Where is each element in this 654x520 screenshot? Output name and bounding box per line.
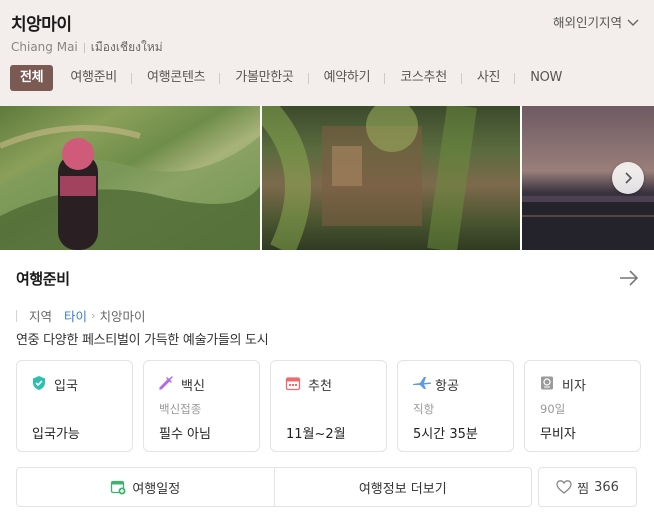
city-description: 연중 다양한 페스티벌이 가득한 예술가들의 도시 [16,333,269,348]
section-title: 여행준비 [16,270,70,288]
shield-check-icon [33,376,45,390]
chevron-down-icon [627,19,639,26]
photo-gallery [0,106,654,250]
info-card-visa[interactable]: 비자 90일 무비자 [524,360,641,452]
subtitle-english: Chiang Mai [11,40,78,54]
place-subtitle: Chiang Mai เมืองเชียงใหม่ [11,38,163,57]
like-count: 366 [594,479,619,495]
calendar-icon [285,377,301,391]
itinerary-button-label: 여행일정 [132,481,181,497]
info-card-label: 항공 [435,379,459,394]
info-card-label: 입국 [54,379,78,394]
region-dropdown[interactable]: 해외인기지역 [553,12,640,31]
info-card-label: 비자 [562,379,586,394]
tab-course[interactable]: 코스추천 [385,65,462,91]
tab-now[interactable]: NOW [515,65,577,91]
info-card-entry[interactable]: 입국 입국가능 [16,360,133,452]
gallery-photo[interactable] [0,106,260,250]
breadcrumb-divider [16,309,17,322]
info-card-flight[interactable]: 항공 직항 5시간 35분 [397,360,514,452]
region-dropdown-label: 해외인기지역 [552,15,622,30]
arrow-right-icon[interactable] [618,268,640,288]
tab-travel-prep[interactable]: 여행준비 [55,65,132,91]
info-card-sub: 직항 [413,402,435,416]
tab-all[interactable]: 전체 [10,65,54,91]
like-button[interactable]: 찜 366 [538,467,637,507]
breadcrumb-city: 치앙마이 [99,309,146,324]
itinerary-button[interactable]: 여행일정 [17,468,274,506]
calendar-plus-icon [111,480,126,495]
info-card-value: 입국가능 [32,427,80,442]
breadcrumb: 지역 타이 › 치앙마이 [16,306,145,325]
subtitle-divider [83,42,85,53]
subtitle-local: เมืองเชียงใหม่ [90,40,163,54]
breadcrumb-label: 지역 [29,309,53,324]
airplane-icon [413,377,432,389]
passport-icon [541,376,553,390]
tab-travel-content[interactable]: 여행콘텐츠 [132,65,221,91]
info-card-value: 5시간 35분 [413,427,478,442]
info-card-sub: 백신접종 [159,402,202,416]
chevron-right-icon: › [91,309,96,322]
tab-bar: 전체 여행준비 여행콘텐츠 가볼만한곳 예약하기 코스추천 사진 NOW [10,65,577,91]
like-label: 찜 [577,481,590,497]
info-card-sub: 90일 [540,402,566,416]
tab-places[interactable]: 가볼만한곳 [220,65,309,91]
place-header: 치앙마이 Chiang Mai เมืองเชียงใหม่ 해외인기지역 전체 … [0,0,654,106]
tab-booking[interactable]: 예약하기 [309,65,386,91]
syringe-icon [159,376,173,390]
info-card-value: 무비자 [540,427,576,442]
info-card-vaccine[interactable]: 백신 백신접종 필수 아님 [143,360,260,452]
gallery-photo[interactable] [262,106,520,250]
more-info-button[interactable]: 여행정보 더보기 [273,468,532,506]
breadcrumb-country-link[interactable]: 타이 [64,306,87,325]
more-info-button-label: 여행정보 더보기 [358,481,447,497]
info-card-label: 추천 [308,379,332,394]
info-card-value: 11월~2월 [286,427,346,442]
info-card-label: 백신 [181,379,205,394]
chevron-right-icon [625,172,633,184]
heart-icon [556,480,572,494]
action-bar: 여행일정 여행정보 더보기 [16,467,532,507]
page-title: 치앙마이 [11,15,72,35]
info-cards: 입국 입국가능 백신 백신접종 필수 아님 추천 11월~2월 항공 직항 5시… [16,360,641,452]
info-card-value: 필수 아님 [159,427,211,442]
temple-stairs-illustration [0,125,260,250]
tab-photos[interactable]: 사진 [462,65,516,91]
cafe-plants-illustration [262,106,477,250]
gallery-next-button[interactable] [612,162,644,194]
info-card-recommend[interactable]: 추천 11월~2월 [270,360,387,452]
